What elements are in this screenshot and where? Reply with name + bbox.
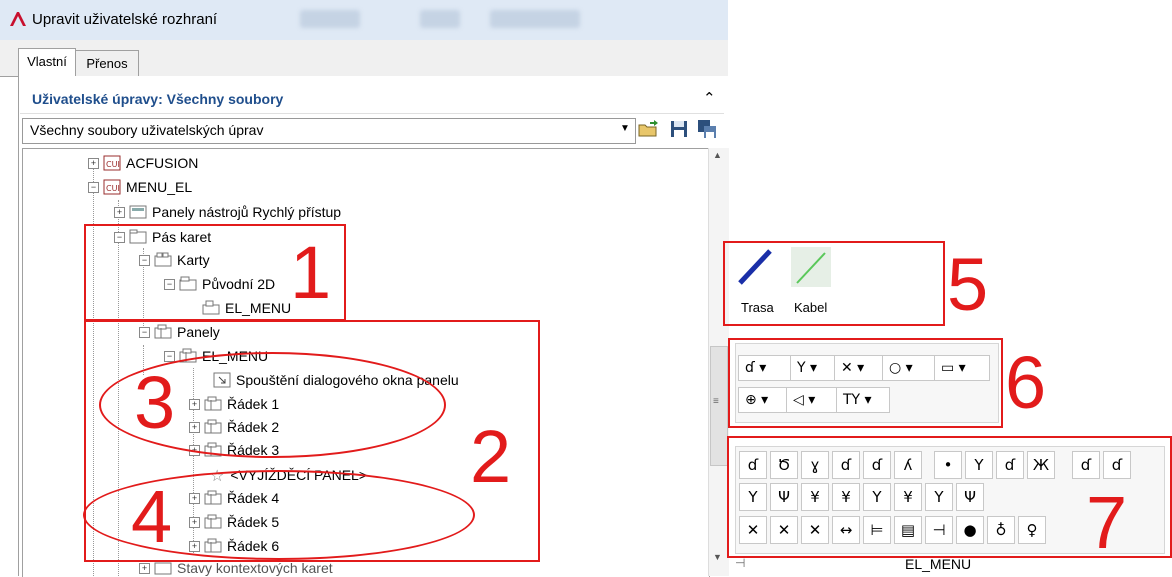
annotation-number-6: 6: [1005, 341, 1047, 424]
panel-title-el-menu: EL_MENU: [905, 556, 972, 572]
annotation-box-5: [723, 241, 945, 326]
tree-item-acfusion[interactable]: + CUI ACFUSION: [88, 152, 198, 174]
expand-icon[interactable]: +: [88, 157, 99, 169]
open-file-icon[interactable]: [637, 118, 659, 140]
grip-icon: ≡: [713, 396, 719, 407]
svg-text:CUI: CUI: [106, 160, 120, 169]
save-as-icon[interactable]: [696, 118, 718, 140]
customization-file-select-value: Všechny soubory uživatelských úprav: [30, 122, 264, 138]
section-title: Uživatelské úpravy: Všechny soubory: [32, 91, 284, 107]
annotation-box-6: [728, 338, 1003, 428]
autocad-app-icon: [10, 12, 26, 26]
expand-icon[interactable]: +: [114, 206, 125, 218]
tab-prenos[interactable]: Přenos: [75, 50, 139, 76]
tree-item-label: Stavy kontextových karet: [177, 560, 333, 576]
folder-icon: [154, 562, 172, 575]
collapse-icon[interactable]: −: [88, 181, 99, 193]
window-title: Upravit uživatelské rozhraní: [32, 11, 218, 28]
collapse-button[interactable]: ⌃: [703, 89, 716, 107]
save-icon[interactable]: [668, 118, 690, 140]
tree-item-label: Panely nástrojů Rychlý přístup: [152, 204, 342, 220]
scroll-down-icon[interactable]: ▼: [713, 552, 722, 562]
cui-file-icon: CUI: [103, 155, 121, 171]
tree-item-contextual-states[interactable]: + Stavy kontextových karet: [139, 560, 333, 576]
tab-vlastni[interactable]: Vlastní: [18, 48, 76, 76]
expand-icon[interactable]: +: [139, 562, 150, 574]
pin-icon[interactable]: ⊣: [735, 556, 745, 570]
cui-file-icon: CUI: [103, 179, 121, 195]
toolbar-icon: [129, 205, 147, 219]
tree-item-label: ACFUSION: [126, 155, 199, 171]
tree-item-label: MENU_EL: [126, 179, 193, 195]
annotation-number-5: 5: [947, 243, 989, 326]
annotation-number-4: 4: [131, 475, 173, 558]
tree-item-quick-access[interactable]: + Panely nástrojů Rychlý přístup: [114, 201, 341, 223]
annotation-number-7: 7: [1086, 481, 1128, 564]
annotation-number-3: 3: [134, 361, 176, 444]
chevron-down-icon[interactable]: ▼: [620, 123, 630, 134]
svg-text:CUI: CUI: [106, 184, 120, 193]
annotation-number-2: 2: [470, 415, 512, 498]
scroll-up-icon[interactable]: ▲: [713, 150, 722, 160]
annotation-number-1: 1: [290, 231, 332, 314]
tree-item-menu-el[interactable]: − CUI MENU_EL: [88, 176, 192, 198]
